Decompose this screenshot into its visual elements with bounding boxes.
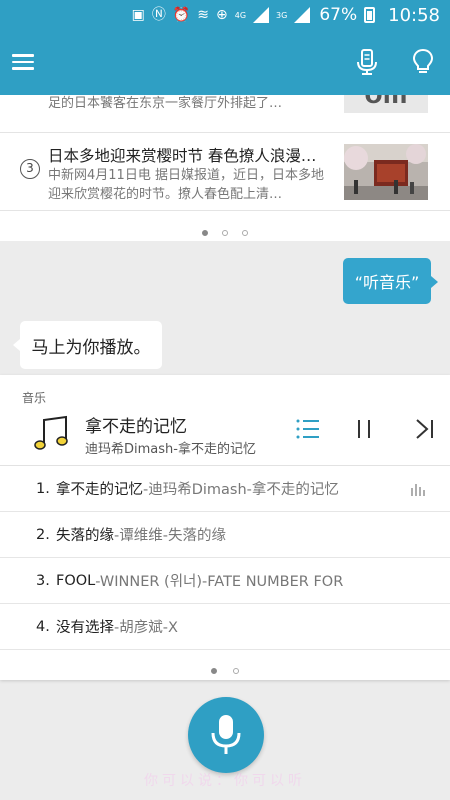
battery-icon	[364, 7, 376, 23]
app-bar	[0, 30, 450, 95]
news-number: 3	[20, 159, 40, 179]
track-row[interactable]: 3. FOOL -WINNER (위너)-FATE NUMBER FOR	[0, 558, 450, 604]
voice-input-button[interactable]	[188, 697, 264, 773]
pager-dot[interactable]	[233, 668, 239, 674]
track-row[interactable]: 2. 失落的缘 -谭维维-失落的缘	[0, 512, 450, 558]
news-snippet: 中新网4月11日电 据外媒报道，近日，好奇心十足的日本饕客在东京一家餐厅外排起了…	[48, 96, 283, 111]
notification-icon: ▣	[131, 7, 145, 23]
track-subtitle: -迪玛希Dimash-拿不走的记忆	[143, 482, 339, 498]
news-item[interactable]: 3 日本多地迎来赏樱时节 春色撩人浪漫… 中新网4月11日电 据日媒报道，近日，…	[0, 133, 450, 211]
music-note-icon	[34, 415, 68, 450]
news-thumbnail	[344, 144, 428, 200]
music-card: 音乐 拿不走的记忆 迪玛希Dimash-拿不走的记忆 1. 拿不走的记忆 -迪玛…	[0, 375, 450, 680]
nfc-icon: Ⓝ	[151, 7, 166, 23]
playlist-icon[interactable]	[294, 415, 322, 443]
globe-icon: ⊕	[216, 7, 228, 23]
phone-mic-icon[interactable]	[354, 48, 380, 76]
track-number: 2.	[36, 526, 50, 543]
track-row[interactable]: 1. 拿不走的记忆 -迪玛希Dimash-拿不走的记忆	[0, 466, 450, 512]
music-section-label: 音乐	[22, 391, 47, 405]
music-pager	[0, 659, 450, 678]
news-item[interactable]: 2 中新网4月11日电 据外媒报道，近日，好奇心十足的日本饕客在东京一家餐厅外排…	[0, 95, 450, 133]
net-3g-label: 3G	[276, 10, 288, 20]
menu-icon[interactable]	[12, 54, 34, 70]
user-message-bubble: “听音乐”	[343, 258, 438, 304]
track-row[interactable]: 4. 没有选择 -胡彦斌-X	[0, 604, 450, 650]
assistant-message-bubble: 马上为你播放。	[13, 321, 162, 369]
news-snippet: 中新网4月11日电 据日媒报道，近日，日本多地迎来欣赏樱花的时节。撩人春色配上清…	[48, 168, 324, 202]
news-title: 日本多地迎来赏樱时节 春色撩人浪漫…	[48, 147, 317, 165]
signal-icon-2	[294, 7, 311, 23]
track-number: 1.	[36, 480, 50, 497]
pager-dot[interactable]	[242, 230, 248, 236]
track-subtitle: -胡彦斌-X	[114, 620, 178, 636]
track-subtitle: -WINNER (위너)-FATE NUMBER FOR	[95, 574, 344, 590]
next-track-icon[interactable]	[410, 415, 438, 443]
now-playing-title: 拿不走的记忆	[85, 417, 187, 437]
alarm-icon: ⏰	[172, 7, 191, 23]
track-subtitle: -谭维维-失落的缘	[114, 528, 226, 544]
news-card[interactable]: 2 中新网4月11日电 据外媒报道，近日，好奇心十足的日本饕客在东京一家餐厅外排…	[0, 95, 450, 241]
status-bar: ▣ Ⓝ ⏰ ≋ ⊕ 4G 3G 67% 10:58	[0, 0, 450, 30]
track-title: 拿不走的记忆	[56, 482, 143, 498]
track-number: 3.	[36, 572, 50, 589]
equalizer-icon	[411, 484, 425, 496]
wifi-calling-icon: ≋	[197, 7, 209, 23]
svg-text:ollī: ollī	[364, 95, 408, 110]
now-playing-artist: 迪玛希Dimash-拿不走的记忆	[85, 442, 256, 457]
pager-dot[interactable]	[211, 668, 217, 674]
track-title: 失落的缘	[56, 528, 114, 544]
pager-dot[interactable]	[222, 230, 228, 236]
news-thumbnail: ollī	[344, 95, 428, 113]
track-title: FOOL	[56, 572, 96, 589]
clock: 10:58	[388, 4, 440, 26]
pager-dot[interactable]	[202, 230, 208, 236]
news-pager	[0, 221, 450, 240]
pause-icon[interactable]	[350, 415, 378, 443]
track-number: 4.	[36, 618, 50, 635]
net-4g-label: 4G	[234, 10, 247, 20]
lightbulb-icon[interactable]	[410, 48, 436, 76]
battery-percent: 67%	[319, 5, 358, 25]
signal-icon	[253, 7, 270, 23]
microphone-icon	[211, 715, 241, 754]
track-title: 没有选择	[56, 620, 114, 636]
bottom-hint-text: 你可以说：你可以听	[144, 773, 306, 789]
